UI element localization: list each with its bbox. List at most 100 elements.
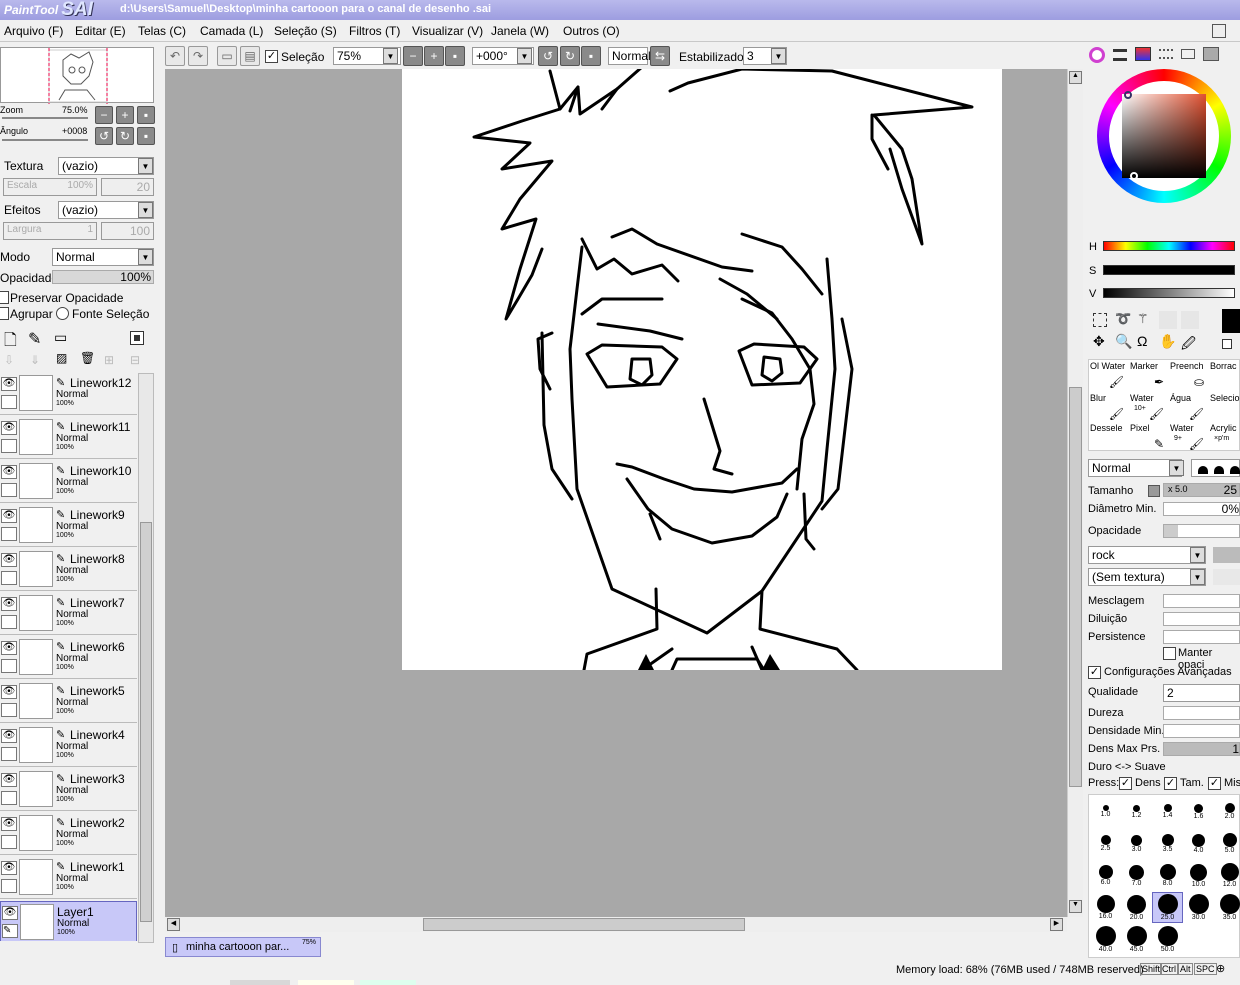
keep-opacity-checkbox[interactable] [1163, 647, 1176, 660]
layer-item-linework6[interactable]: 👁 ✎ Linework6 Normal 100% [0, 637, 137, 679]
brush-size-preset[interactable]: 25.0 [1152, 892, 1183, 923]
menu-arquivo[interactable]: Arquivo (F) [4, 24, 63, 38]
brush-size-preset[interactable]: 3.5 [1152, 828, 1183, 859]
visibility-eye-icon[interactable]: 👁 [1, 817, 17, 831]
navigator-preview[interactable] [0, 47, 154, 104]
blend-slider[interactable] [1163, 594, 1240, 608]
move-icon[interactable]: ✥ [1093, 333, 1105, 350]
color-marker[interactable] [1130, 172, 1138, 180]
rotate-right-icon[interactable]: ↻ [560, 46, 580, 66]
active-pen-icon[interactable]: ✎ [2, 924, 18, 938]
visibility-eye-icon[interactable]: 👁 [1, 377, 17, 391]
layer-lock-toggle[interactable] [1, 439, 17, 453]
menu-camada[interactable]: Camada (L) [200, 24, 263, 38]
redo-icon[interactable]: ↷ [188, 46, 208, 66]
menu-telas[interactable]: Telas (C) [138, 24, 186, 38]
new-layer-icon[interactable]: 🗋 [4, 329, 17, 356]
value-slider[interactable] [1103, 288, 1235, 298]
visibility-eye-icon[interactable]: 👁 [1, 861, 17, 875]
zoom-in-icon[interactable]: + [424, 46, 444, 66]
transfer-down-icon[interactable]: ⇩ [4, 353, 14, 367]
taskbar-button[interactable] [298, 980, 354, 985]
document-tab[interactable]: ▯ minha cartooon par... 75% [165, 937, 321, 957]
tool-water-10[interactable]: Water 10+ 🖌 [1130, 393, 1168, 423]
selection-source-radio[interactable] [56, 307, 69, 320]
layer-item-linework10[interactable]: 👁 ✎ Linework10 Normal 100% [0, 461, 137, 503]
chevron-down-icon[interactable]: ▼ [517, 48, 532, 64]
layer-item-linework9[interactable]: 👁 ✎ Linework9 Normal 100% [0, 505, 137, 547]
visibility-eye-icon[interactable]: 👁 [1, 465, 17, 479]
brush-size-preset[interactable]: 30.0 [1183, 892, 1214, 923]
chevron-down-icon[interactable]: ▼ [138, 249, 153, 265]
tool-oil-water[interactable]: Ol Water 🖌 [1090, 361, 1128, 391]
nav-zoom-in-icon[interactable]: + [116, 106, 134, 124]
restore-icon[interactable] [1212, 24, 1226, 38]
persistence-slider[interactable] [1163, 630, 1240, 644]
blend-mode-field[interactable]: Normal [608, 47, 651, 65]
tool-fill[interactable]: Preench ⛀ [1170, 361, 1208, 391]
visibility-eye-icon[interactable]: 👁 [1, 553, 17, 567]
nav-zoom-reset-icon[interactable]: ▪ [137, 106, 155, 124]
brush-size-preset[interactable]: 50.0 [1152, 924, 1183, 955]
effects-width[interactable]: Largura 1 [3, 222, 97, 240]
brush-shape-selector[interactable] [1191, 459, 1240, 477]
visibility-eye-icon[interactable]: 👁 [1, 597, 17, 611]
brush-size-preset[interactable]: 6.0 [1090, 860, 1121, 891]
hand-tool-icon[interactable]: ✋ [1159, 333, 1176, 350]
layer-item-layer1[interactable]: 👁 ✎ Layer1 Normal 100% [0, 901, 137, 941]
brush-texture-select[interactable]: (Sem textura) [1088, 568, 1206, 586]
chevron-down-icon[interactable]: ▼ [138, 202, 153, 218]
merge-visible-icon[interactable]: ⊞ [104, 353, 114, 367]
chevron-down-icon[interactable]: ▼ [138, 158, 153, 174]
lasso-icon[interactable]: ➰ [1115, 311, 1131, 327]
brush-size-preset[interactable]: 5.0 [1214, 828, 1240, 859]
rotate-left-icon[interactable]: ↺ [538, 46, 558, 66]
texture-strength[interactable]: 20 [101, 178, 154, 196]
nav-zoom-out-icon[interactable]: − [95, 106, 113, 124]
nav-zoom-slider[interactable] [2, 117, 88, 119]
texture-strength-slider[interactable] [1213, 569, 1240, 585]
layer-item-linework5[interactable]: 👁 ✎ Linework5 Normal 100% [0, 681, 137, 723]
invert-selection-icon[interactable]: ▤ [240, 46, 260, 66]
rotate-reset-icon[interactable]: ▪ [581, 46, 601, 66]
color-wheel[interactable] [1097, 69, 1231, 203]
tool-pixel[interactable]: Pixel ✎ [1130, 423, 1168, 453]
rect-select-icon[interactable] [1093, 313, 1107, 327]
size-multiplier-button[interactable] [1148, 485, 1160, 497]
brush-opacity-slider[interactable] [1163, 524, 1240, 538]
brush-size-preset[interactable]: 35.0 [1214, 892, 1240, 923]
chevron-down-icon[interactable]: ▼ [1190, 547, 1205, 563]
pressure-size-checkbox[interactable]: ✓ [1164, 777, 1177, 790]
undo-icon[interactable]: ↶ [165, 46, 185, 66]
menu-janela[interactable]: Janela (W) [491, 24, 549, 38]
brush-size-preset[interactable]: 45.0 [1121, 924, 1152, 955]
nav-rotate-left-icon[interactable]: ↺ [95, 127, 113, 145]
clear-layer-icon[interactable]: ▨ [56, 351, 67, 365]
taskbar-button[interactable] [360, 980, 416, 985]
color-wheel-tab-icon[interactable] [1089, 47, 1105, 63]
zoom-tool-icon[interactable]: 🔍 [1115, 333, 1132, 350]
layer-lock-toggle[interactable] [1, 703, 17, 717]
brush-size-preset[interactable]: 2.5 [1090, 828, 1121, 859]
layer-lock-toggle[interactable] [1, 571, 17, 585]
visibility-eye-icon[interactable]: 👁 [1, 509, 17, 523]
dilution-slider[interactable] [1163, 612, 1240, 626]
visibility-eye-icon[interactable]: 👁 [1, 421, 17, 435]
layer-item-linework4[interactable]: 👁 ✎ Linework4 Normal 100% [0, 725, 137, 767]
canvas-area[interactable] [165, 65, 1067, 917]
advanced-settings-checkbox[interactable]: ✓ [1088, 666, 1101, 679]
layer-item-linework1[interactable]: 👁 ✎ Linework1 Normal 100% [0, 857, 137, 899]
nav-rotate-right-icon[interactable]: ↻ [116, 127, 134, 145]
hue-marker[interactable] [1124, 91, 1132, 99]
max-density-slider[interactable]: 1 [1163, 742, 1240, 756]
texture-scale[interactable]: Escala 100% [3, 178, 97, 196]
menu-selecao[interactable]: Seleção (S) [274, 24, 337, 38]
layer-lock-toggle[interactable] [1, 527, 17, 541]
tool-blur[interactable]: Blur 🖌 [1090, 393, 1128, 423]
layer-lock-toggle[interactable] [1, 483, 17, 497]
new-folder-icon[interactable]: ▭ [54, 329, 67, 346]
visibility-eye-icon[interactable]: 👁 [2, 906, 18, 920]
layer-lock-toggle[interactable] [1, 791, 17, 805]
tool-select-brush[interactable]: Selecio [1210, 393, 1240, 423]
tool-deselect-brush[interactable]: Dessele [1090, 423, 1128, 453]
